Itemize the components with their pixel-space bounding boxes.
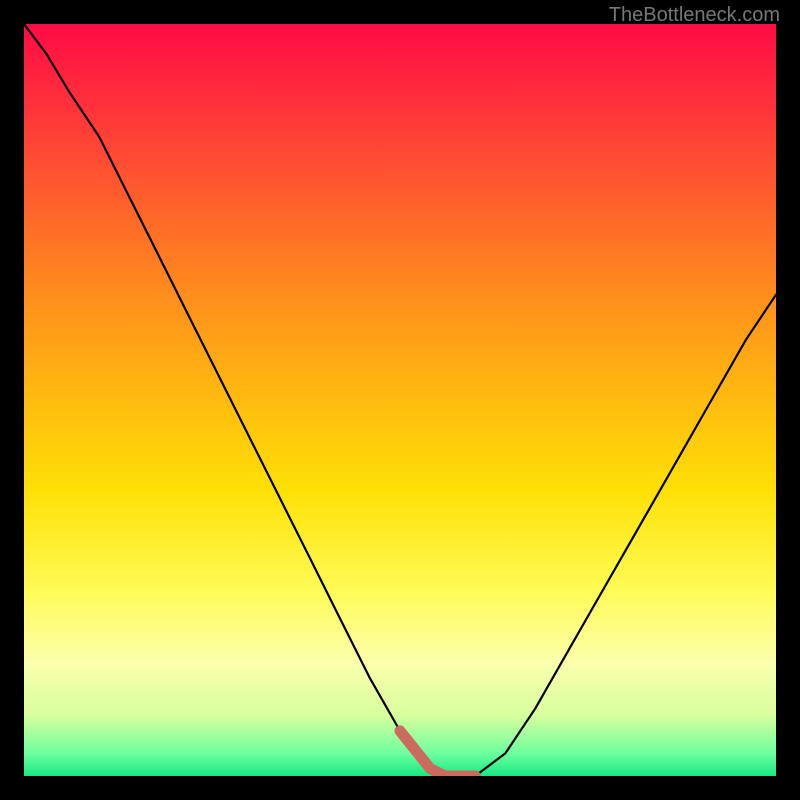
plot-area: [24, 24, 776, 776]
chart-frame: TheBottleneck.com: [0, 0, 800, 800]
main-curve-path: [24, 24, 776, 776]
bottleneck-curve: [24, 24, 776, 776]
highlight-curve-path: [400, 731, 475, 776]
